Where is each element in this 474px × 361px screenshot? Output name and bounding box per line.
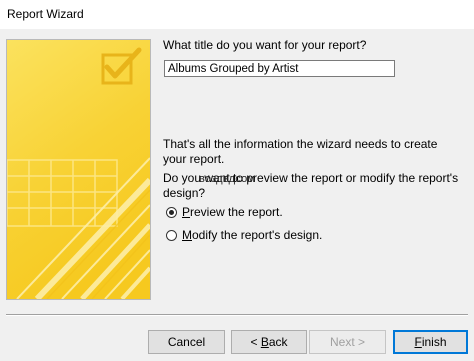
report-checkmark-illustration — [7, 40, 150, 299]
modify-design-option[interactable]: Modify the report's design. — [166, 227, 322, 243]
info-text: That's all the information the wizard ne… — [163, 137, 438, 166]
report-title-input[interactable] — [164, 60, 395, 77]
wizard-illustration — [6, 39, 151, 300]
title-question-label: What title do you want for your report? — [163, 38, 367, 52]
modify-radio-label[interactable]: Modify the report's design. — [182, 228, 322, 242]
preview-or-modify-question: Do you want to preview the report or mod… — [163, 171, 459, 200]
cancel-button[interactable]: Cancel — [148, 330, 225, 354]
preview-radio-label[interactable]: Preview the report. — [182, 205, 283, 219]
title-bar: Report Wizard — [0, 0, 474, 29]
next-button[interactable]: Next > — [309, 330, 386, 354]
window-title: Report Wizard — [7, 7, 84, 21]
preview-radio[interactable] — [166, 206, 177, 218]
back-button[interactable]: < Back — [231, 330, 307, 354]
preview-report-option[interactable]: Preview the report. — [166, 204, 283, 220]
button-divider — [6, 314, 468, 316]
finish-button[interactable]: Finish — [393, 330, 468, 354]
modify-radio[interactable] — [166, 229, 177, 241]
